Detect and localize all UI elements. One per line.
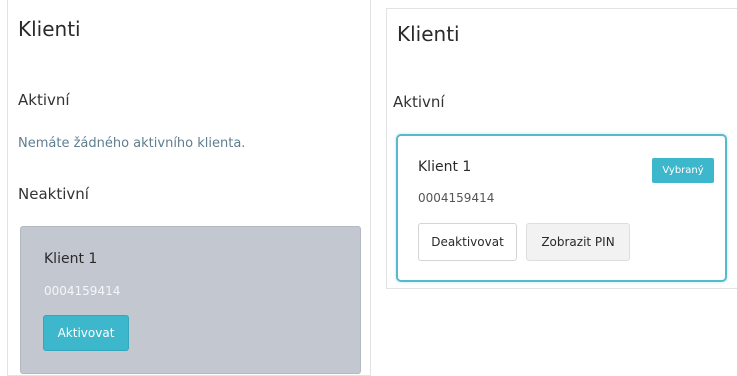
selected-badge: Vybraný: [652, 158, 714, 183]
no-active-client-message: Nemáte žádného aktivního klienta.: [18, 136, 246, 151]
right-panel: Klienti Aktivní Klient 1 Vybraný 0004159…: [386, 8, 737, 289]
active-section-heading: Aktivní: [393, 93, 445, 111]
page-title: Klienti: [18, 17, 81, 41]
client-name: Klient 1: [44, 251, 98, 267]
active-section-heading: Aktivní: [18, 91, 70, 109]
inactive-section-heading: Neaktivní: [18, 185, 89, 203]
deactivate-button[interactable]: Deaktivovat: [418, 223, 517, 261]
inactive-client-card: Klient 1 0004159414 Aktivovat: [20, 226, 361, 374]
left-panel: Klienti Aktivní Nemáte žádného aktivního…: [7, 0, 371, 376]
client-id: 0004159414: [44, 284, 121, 298]
active-client-card[interactable]: Klient 1 Vybraný 0004159414 Deaktivovat …: [396, 134, 727, 282]
client-name: Klient 1: [418, 159, 472, 175]
activate-button[interactable]: Aktivovat: [43, 315, 129, 351]
page-title: Klienti: [397, 22, 460, 46]
show-pin-button[interactable]: Zobrazit PIN: [526, 223, 630, 261]
client-id: 0004159414: [418, 191, 495, 205]
